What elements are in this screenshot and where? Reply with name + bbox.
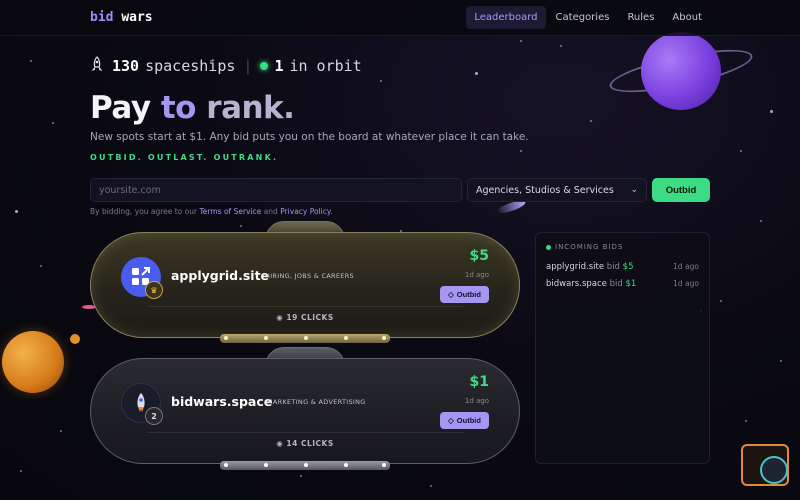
diamond-icon: ◇ bbox=[448, 290, 454, 299]
bid-time: 1d ago bbox=[464, 271, 489, 279]
click-count: ◉ 14 CLICKS bbox=[91, 439, 519, 448]
site-url-input[interactable] bbox=[90, 178, 462, 202]
click-count: ◉ 19 CLICKS bbox=[91, 313, 519, 322]
leaderboard-slot-2[interactable]: 2 bidwars.space MARKETING & ADVERTISING … bbox=[90, 358, 520, 464]
nav-links: Leaderboard Categories Rules About bbox=[466, 6, 710, 29]
bid-feed-item: applygrid.site bid $5 1d ago bbox=[546, 262, 699, 272]
orbit-label: in orbit bbox=[289, 57, 362, 75]
outbid-label: Outbid bbox=[456, 416, 481, 425]
small-moon bbox=[70, 334, 80, 344]
assistant-icon[interactable] bbox=[760, 456, 788, 484]
stats-divider: | bbox=[243, 57, 253, 75]
bid-feed-time: 1d ago bbox=[673, 262, 699, 271]
terms-of-service-link[interactable]: Terms of Service bbox=[199, 207, 261, 216]
orange-planet bbox=[2, 331, 64, 393]
bid-feed-amount: $5 bbox=[622, 262, 634, 272]
title-word-1: Pay bbox=[90, 90, 151, 126]
rocket-icon bbox=[90, 56, 104, 76]
chevron-down-icon: ⌄ bbox=[630, 185, 638, 195]
nav-item-categories[interactable]: Categories bbox=[548, 6, 618, 29]
top-nav: bid wars Leaderboard Categories Rules Ab… bbox=[0, 0, 800, 36]
incoming-bids-label: INCOMING BIDS bbox=[555, 243, 624, 251]
terms-prefix: By bidding, you agree to our bbox=[90, 207, 198, 216]
incoming-bids-panel: INCOMING BIDS applygrid.site bid $5 1d a… bbox=[535, 232, 710, 464]
eye-icon: ◉ bbox=[276, 313, 284, 322]
capsule-divider bbox=[147, 432, 463, 433]
title-word-2: to bbox=[160, 90, 197, 126]
site-category: MARKETING & ADVERTISING bbox=[267, 398, 366, 406]
terms-suffix: . bbox=[330, 207, 333, 216]
bid-feed-item: bidwars.space bid $1 1d ago bbox=[546, 279, 699, 289]
crown-icon: ♛ bbox=[145, 281, 163, 299]
site-category: HIRING, JOBS & CAREERS bbox=[265, 272, 354, 280]
privacy-policy-link[interactable]: Privacy Policy bbox=[280, 207, 330, 216]
leaderboard-slot-1[interactable]: ♛ applygrid.site HIRING, JOBS & CAREERS … bbox=[90, 232, 520, 338]
bid-price: $1 bbox=[469, 374, 489, 390]
tagline: OUTBID. OUTLAST. OUTRANK. bbox=[90, 153, 279, 162]
terms-and: and bbox=[263, 207, 278, 216]
capsule-base bbox=[220, 461, 390, 470]
bid-feed-site: applygrid.site bbox=[546, 262, 605, 272]
bid-feed-time: 1d ago bbox=[673, 279, 699, 288]
terms-notice: By bidding, you agree to our Terms of Se… bbox=[90, 207, 333, 216]
incoming-bids-title: INCOMING BIDS bbox=[546, 243, 623, 251]
diamond-icon: ◇ bbox=[448, 416, 454, 425]
title-word-3: rank. bbox=[206, 90, 295, 126]
nav-item-about[interactable]: About bbox=[664, 6, 710, 29]
stats-bar: 130 spaceships | 1 in orbit bbox=[90, 56, 362, 76]
outbid-submit-button[interactable]: Outbid bbox=[652, 178, 710, 202]
ships-count: 130 bbox=[112, 57, 140, 75]
brand-part1: bid bbox=[90, 10, 114, 25]
brand-logo[interactable]: bid wars bbox=[90, 10, 153, 25]
ships-label: spaceships bbox=[145, 57, 236, 75]
capsule-divider bbox=[147, 306, 463, 307]
bid-feed-site: bidwars.space bbox=[546, 279, 607, 289]
outbid-button[interactable]: ◇ Outbid bbox=[440, 412, 489, 429]
online-indicator bbox=[260, 62, 269, 70]
page-title: Pay to rank. bbox=[90, 90, 295, 126]
bid-feed-amount: $1 bbox=[625, 279, 637, 289]
live-dot bbox=[546, 244, 551, 250]
category-select[interactable]: Agencies, Studios & Services ⌄ bbox=[467, 178, 647, 202]
bid-price: $5 bbox=[469, 248, 489, 264]
bid-feed-verb: bid bbox=[606, 262, 620, 272]
click-count-label: 19 CLICKS bbox=[286, 313, 334, 322]
nav-item-leaderboard[interactable]: Leaderboard bbox=[466, 6, 546, 29]
capsule-base bbox=[220, 334, 390, 343]
purple-planet bbox=[641, 32, 721, 110]
outbid-button[interactable]: ◇ Outbid bbox=[440, 286, 489, 303]
click-count-label: 14 CLICKS bbox=[286, 439, 334, 448]
bid-time: 1d ago bbox=[464, 397, 489, 405]
page-subtitle: New spots start at $1. Any bid puts you … bbox=[90, 131, 529, 143]
outbid-label: Outbid bbox=[456, 290, 481, 299]
eye-icon: ◉ bbox=[276, 439, 284, 448]
site-name[interactable]: bidwars.space bbox=[171, 394, 272, 409]
orbit-count: 1 bbox=[274, 57, 284, 75]
category-selected-value: Agencies, Studios & Services bbox=[476, 184, 614, 196]
brand-part2: wars bbox=[121, 10, 153, 25]
site-name[interactable]: applygrid.site bbox=[171, 268, 269, 283]
bid-feed-verb: bid bbox=[609, 279, 623, 289]
rank-badge: 2 bbox=[145, 407, 163, 425]
nav-item-rules[interactable]: Rules bbox=[619, 6, 662, 29]
